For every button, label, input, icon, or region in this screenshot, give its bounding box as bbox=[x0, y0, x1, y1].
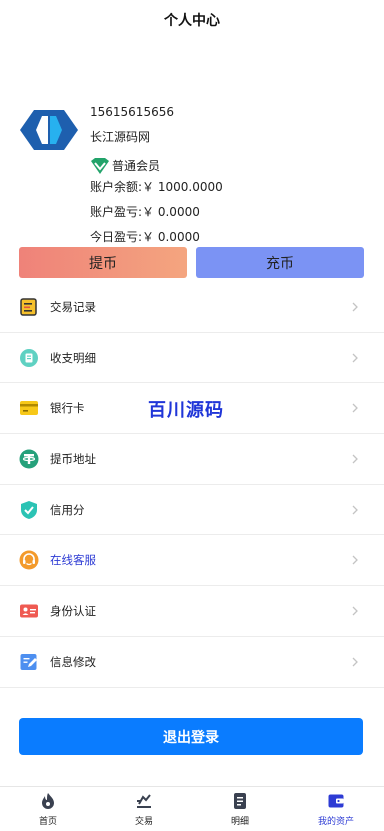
chevron-right-icon bbox=[352, 555, 358, 565]
chevron-right-icon bbox=[352, 606, 358, 616]
tab-my-assets[interactable]: 我的资产 bbox=[288, 787, 384, 831]
menu-item-online-support[interactable]: 在线客服 bbox=[0, 535, 384, 587]
menu-item-label: 交易记录 bbox=[50, 299, 96, 314]
vip-badge-icon bbox=[91, 157, 109, 174]
ledger-icon bbox=[19, 348, 39, 368]
tab-label: 我的资产 bbox=[317, 817, 354, 827]
watermark-text: 百川源码 bbox=[148, 400, 224, 421]
receipt-icon bbox=[19, 297, 39, 317]
member-level-label: 普通会员 bbox=[112, 158, 161, 173]
menu-item-credit-score[interactable]: 信用分 bbox=[0, 485, 384, 536]
id-card-icon bbox=[19, 601, 39, 621]
menu-item-label: 提币地址 bbox=[50, 451, 96, 466]
tab-trade[interactable]: 交易 bbox=[96, 787, 192, 831]
avatar bbox=[20, 110, 78, 150]
chevron-right-icon bbox=[352, 302, 358, 312]
withdraw-button[interactable]: 提币 bbox=[19, 247, 187, 278]
shield-check-icon bbox=[19, 500, 39, 520]
profile-card: 15615615656 长江源码网 普通会员 账户余额:￥ 1000.0000 … bbox=[0, 40, 384, 244]
tab-label: 明细 bbox=[230, 817, 249, 827]
account-profit: 账户盈亏:￥ 0.0000 bbox=[90, 205, 200, 219]
home-icon bbox=[38, 791, 58, 811]
detail-icon bbox=[230, 791, 250, 811]
logout-button[interactable]: 退出登录 bbox=[19, 718, 363, 755]
menu-item-withdraw-address[interactable]: 提币地址 bbox=[0, 434, 384, 485]
menu-item-identity-verification[interactable]: 身份认证 bbox=[0, 586, 384, 637]
trade-icon bbox=[134, 791, 154, 811]
deposit-button[interactable]: 充币 bbox=[196, 247, 364, 278]
menu-item-trade-records[interactable]: 交易记录 bbox=[0, 282, 384, 333]
tab-home[interactable]: 首页 bbox=[0, 787, 96, 831]
menu-list: 交易记录 收支明细 银行卡 提币地址 信用分 在线客服 身份认证 信息修改 bbox=[0, 282, 384, 688]
chevron-right-icon bbox=[352, 454, 358, 464]
chevron-right-icon bbox=[352, 403, 358, 413]
menu-item-label: 身份认证 bbox=[50, 603, 96, 618]
menu-item-label: 银行卡 bbox=[50, 401, 85, 416]
member-level: 普通会员 bbox=[90, 153, 223, 178]
menu-item-label: 收支明细 bbox=[50, 350, 96, 365]
menu-item-income-expense[interactable]: 收支明细 bbox=[0, 333, 384, 384]
tab-detail[interactable]: 明细 bbox=[192, 787, 288, 831]
chevron-right-icon bbox=[352, 505, 358, 515]
edit-icon bbox=[19, 652, 39, 672]
menu-item-label: 信息修改 bbox=[50, 654, 96, 669]
menu-item-label: 信用分 bbox=[50, 502, 85, 517]
tab-label: 交易 bbox=[134, 817, 153, 827]
page-header: 个人中心 bbox=[0, 0, 384, 40]
chevron-right-icon bbox=[352, 657, 358, 667]
page-title: 个人中心 bbox=[164, 13, 220, 29]
chevron-right-icon bbox=[352, 353, 358, 362]
action-buttons: 提币 充币 bbox=[19, 247, 364, 278]
user-phone: 15615615656 bbox=[90, 105, 174, 119]
profile-info: 15615615656 长江源码网 普通会员 账户余额:￥ 1000.0000 … bbox=[90, 103, 223, 253]
tab-label: 首页 bbox=[38, 817, 57, 827]
wallet-icon bbox=[326, 791, 346, 811]
menu-item-label: 在线客服 bbox=[50, 553, 96, 568]
user-name: 长江源码网 bbox=[90, 130, 151, 144]
card-icon bbox=[19, 398, 39, 418]
tether-icon bbox=[19, 449, 39, 469]
menu-item-edit-info[interactable]: 信息修改 bbox=[0, 637, 384, 688]
headset-icon bbox=[19, 550, 39, 570]
account-balance: 账户余额:￥ 1000.0000 bbox=[90, 180, 223, 194]
bottom-tab-bar: 首页 交易 明细 我的资产 bbox=[0, 786, 384, 831]
